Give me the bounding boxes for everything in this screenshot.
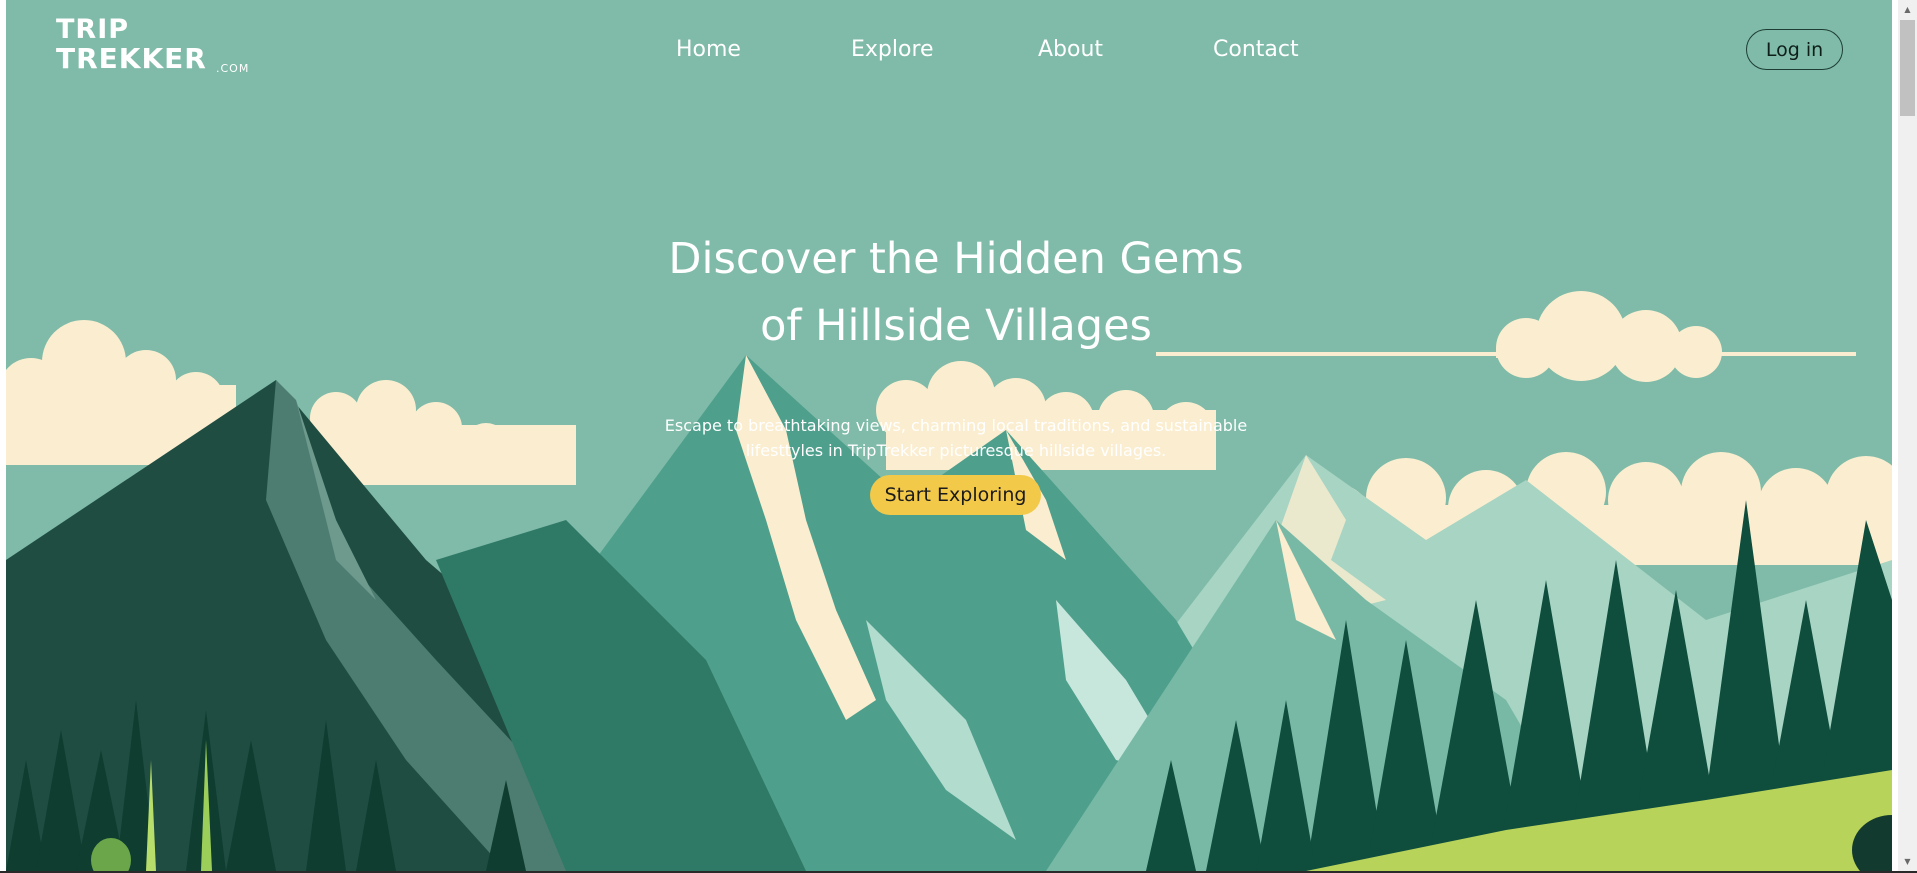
vertical-scrollbar[interactable]: ▲ ▼ [1898,0,1917,871]
triangle-up-icon[interactable]: ▲ [1898,0,1917,18]
nav-link-about[interactable]: About [1038,36,1103,64]
nav-link-home[interactable]: Home [676,36,741,64]
triangle-down-icon[interactable]: ▼ [1898,852,1917,870]
nav-link-contact[interactable]: Contact [1213,36,1299,64]
nav-link-explore[interactable]: Explore [851,36,934,64]
hero-title-line-1: Discover the Hidden Gems [668,234,1244,284]
start-exploring-button[interactable]: Start Exploring [870,475,1041,515]
main-navigation: Home Explore About Contact [6,36,1892,66]
hero-title-line-2: of Hillside Villages [760,301,1152,351]
hero-description: Escape to breathtaking views, charming l… [664,416,1248,460]
login-button[interactable]: Log in [1746,29,1843,70]
landing-page: TRIP TREKKER .COM Home Explore About Con… [6,0,1892,871]
scrollbar-thumb[interactable] [1900,20,1915,116]
hero-title: Discover the Hidden Gems of Hillside Vil… [606,226,1306,360]
